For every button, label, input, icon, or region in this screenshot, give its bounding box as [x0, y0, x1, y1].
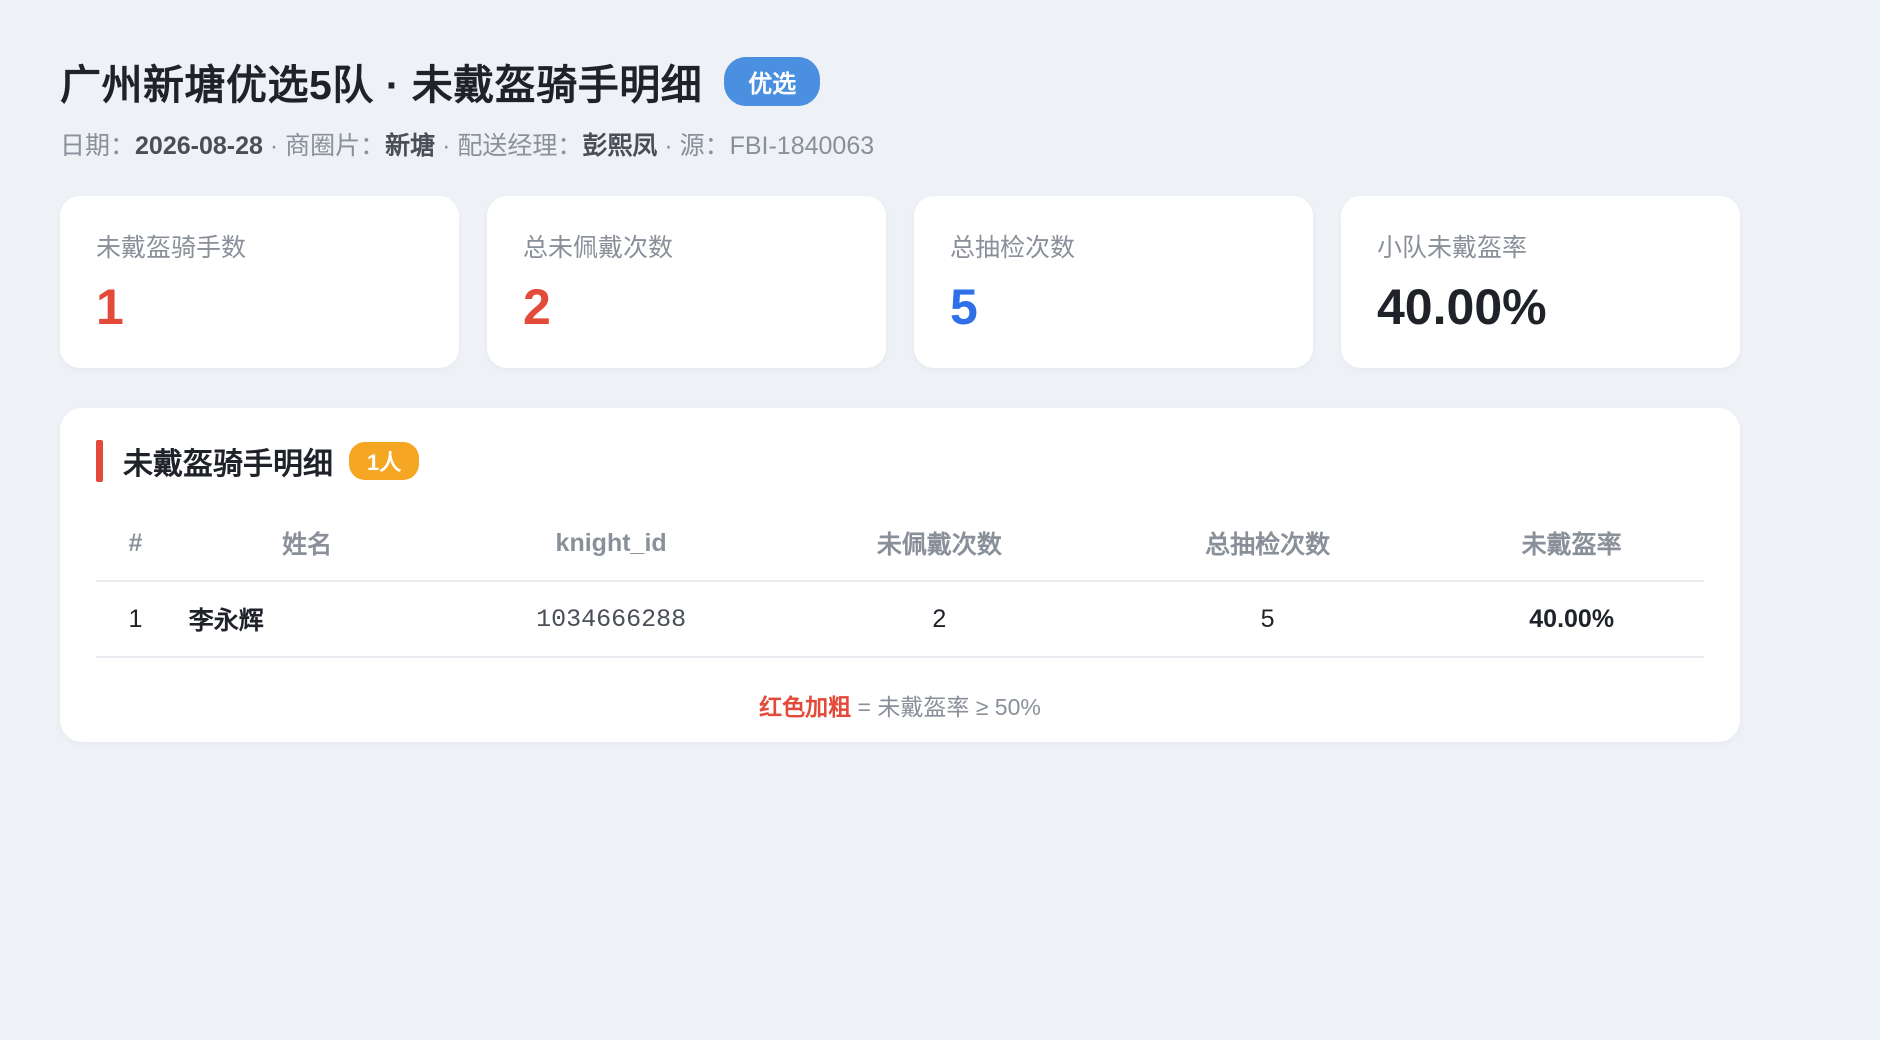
- legend-text: = 未戴盔率 ≥ 50%: [851, 694, 1041, 720]
- cell-index: 1: [96, 581, 175, 658]
- stat-card-riders: 未戴盔骑手数 1: [60, 196, 459, 368]
- stat-label: 未戴盔骑手数: [96, 234, 247, 262]
- manager-value: 彭熙凤: [582, 132, 658, 160]
- panel-title: 未戴盔骑手明细: [123, 448, 333, 481]
- manager-label: · 配送经理：: [435, 132, 583, 160]
- legend-red-text: 红色加粗: [759, 694, 852, 720]
- stat-label: 小队未戴盔率: [1377, 234, 1528, 262]
- col-header-rate[interactable]: 未戴盔率: [1439, 506, 1704, 582]
- stat-value: 40.00%: [1377, 279, 1547, 335]
- table-header-row: # 姓名 knight_id 未佩戴次数 总抽检次数 未戴盔率: [96, 506, 1704, 582]
- table-row[interactable]: 1 李永辉 1034666288 2 5 40.00%: [96, 581, 1704, 658]
- stat-cards: 未戴盔骑手数 1 总未佩戴次数 2 总抽检次数 5 小队未戴盔率 40.00%: [60, 196, 1740, 368]
- area-label: · 商圈片：: [262, 132, 386, 160]
- stat-label: 总未佩戴次数: [523, 234, 674, 262]
- stat-value: 2: [523, 279, 551, 335]
- stat-card-team-rate: 小队未戴盔率 40.00%: [1341, 196, 1740, 368]
- title-row: 广州新塘优选5队 · 未戴盔骑手明细 优选: [60, 50, 1740, 112]
- meta-line: 日期：2026-08-28 · 商圈片：新塘 · 配送经理：彭熙凤 · 源：FB…: [60, 126, 1740, 162]
- panel-header: 未戴盔骑手明细 1人: [96, 440, 1704, 482]
- source-label: · 源：: [657, 132, 730, 160]
- stat-value: 5: [950, 279, 978, 335]
- col-header-index[interactable]: #: [96, 506, 175, 582]
- cell-rate: 40.00%: [1439, 581, 1704, 658]
- page-title: 广州新塘优选5队 · 未戴盔骑手明细: [60, 62, 703, 108]
- detail-panel: 未戴盔骑手明细 1人 # 姓名 knight_id 未佩戴次数 总抽检次数 未戴…: [60, 408, 1740, 742]
- source-value: FBI-1840063: [729, 132, 875, 160]
- cell-name: 李永辉: [174, 581, 440, 658]
- cell-no-helmet: 2: [782, 581, 1096, 658]
- cell-knight-id: 1034666288: [439, 581, 783, 658]
- area-value: 新塘: [385, 132, 436, 160]
- col-header-knight-id[interactable]: knight_id: [439, 506, 783, 582]
- rider-table: # 姓名 knight_id 未佩戴次数 总抽检次数 未戴盔率 1 李永辉 10…: [96, 506, 1704, 658]
- stat-card-no-helmet-count: 总未佩戴次数 2: [487, 196, 886, 368]
- date-value: 2026-08-28: [135, 132, 263, 160]
- panel-accent-bar: [96, 440, 103, 482]
- cell-checks: 5: [1095, 581, 1440, 658]
- stat-value: 1: [96, 279, 124, 335]
- stat-label: 总抽检次数: [950, 234, 1076, 262]
- stat-card-total-checks: 总抽检次数 5: [914, 196, 1313, 368]
- col-header-checks[interactable]: 总抽检次数: [1095, 506, 1440, 582]
- legend-note: 红色加粗 = 未戴盔率 ≥ 50%: [96, 688, 1704, 722]
- page-container: 广州新塘优选5队 · 未戴盔骑手明细 优选 日期：2026-08-28 · 商圈…: [60, 50, 1740, 742]
- col-header-no-helmet[interactable]: 未佩戴次数: [782, 506, 1096, 582]
- date-label: 日期：: [60, 132, 136, 160]
- category-badge: 优选: [724, 56, 821, 106]
- rider-count-badge: 1人: [349, 442, 420, 480]
- col-header-name[interactable]: 姓名: [174, 506, 440, 582]
